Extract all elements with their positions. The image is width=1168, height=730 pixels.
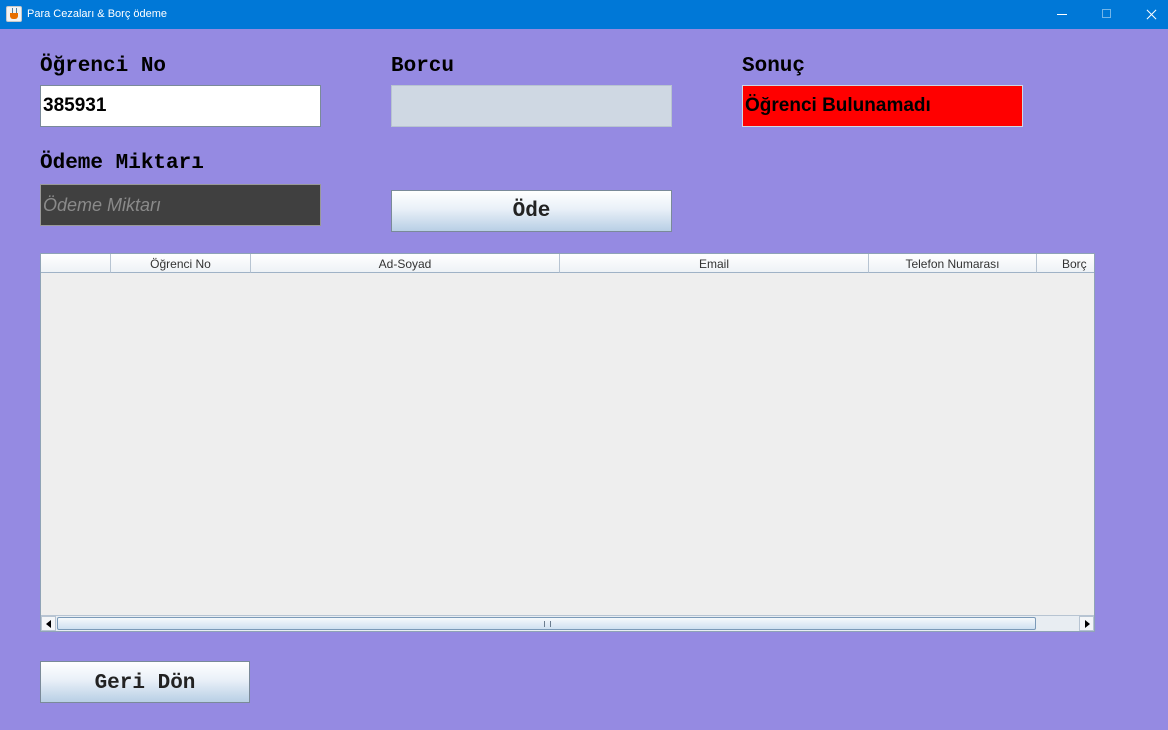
- debt-field: [391, 85, 672, 127]
- column-header[interactable]: [41, 254, 111, 273]
- column-header-phone[interactable]: Telefon Numarası: [869, 254, 1037, 273]
- java-app-icon: [6, 6, 22, 22]
- debt-label: Borcu: [391, 55, 455, 78]
- payment-amount-input[interactable]: Ödeme Miktarı: [40, 184, 321, 226]
- pay-button[interactable]: Öde: [391, 190, 672, 232]
- horizontal-scrollbar[interactable]: [41, 615, 1094, 631]
- scroll-right-icon[interactable]: [1079, 616, 1094, 631]
- minimize-button[interactable]: [1039, 0, 1085, 29]
- back-button[interactable]: Geri Dön: [40, 661, 250, 703]
- scrollbar-thumb[interactable]: [57, 617, 1036, 630]
- column-header-debt[interactable]: Borç: [1037, 254, 1094, 273]
- student-no-label: Öğrenci No: [40, 55, 167, 78]
- scroll-left-icon[interactable]: [41, 616, 56, 631]
- window-title: Para Cezaları & Borç ödeme: [27, 8, 168, 20]
- column-header-student-no[interactable]: Öğrenci No: [111, 254, 251, 273]
- result-field: Öğrenci Bulunamadı: [742, 85, 1023, 127]
- column-header-email[interactable]: Email: [560, 254, 869, 273]
- table-header: Öğrenci No Ad-Soyad Email Telefon Numara…: [41, 254, 1094, 274]
- column-header-name[interactable]: Ad-Soyad: [251, 254, 560, 273]
- title-bar[interactable]: Para Cezaları & Borç ödeme: [0, 0, 1168, 29]
- close-button[interactable]: [1129, 0, 1168, 29]
- result-label: Sonuç: [742, 55, 806, 78]
- payment-label: Ödeme Miktarı: [40, 152, 204, 175]
- maximize-button[interactable]: [1084, 0, 1130, 29]
- students-table[interactable]: Öğrenci No Ad-Soyad Email Telefon Numara…: [40, 253, 1095, 632]
- student-no-input[interactable]: 385931: [40, 85, 321, 127]
